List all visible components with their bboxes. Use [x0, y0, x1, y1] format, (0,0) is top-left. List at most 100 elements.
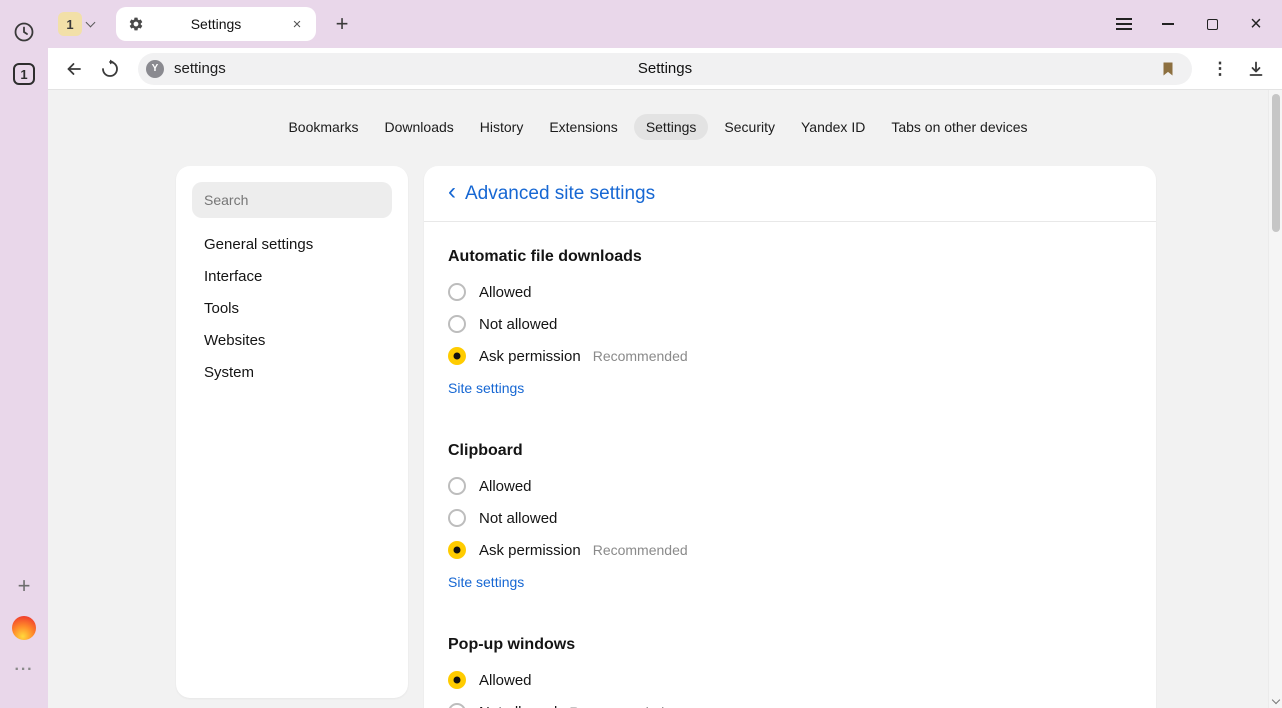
panel-header: ‹ Advanced site settings [424, 166, 1156, 222]
yandex-browser-logo-icon [12, 616, 36, 640]
close-icon: × [1250, 14, 1262, 34]
nav-tabs-other-devices[interactable]: Tabs on other devices [881, 114, 1037, 140]
section-heading-clipboard: Clipboard [448, 442, 1132, 460]
radio-label: Allowed [479, 284, 532, 301]
recommended-note: Recommended [593, 542, 688, 558]
tab-group-chip[interactable]: 1 [58, 12, 94, 36]
radio-selected-icon[interactable] [448, 671, 466, 689]
recommended-note: Recommended [593, 348, 688, 364]
advanced-site-settings-back-link[interactable]: ‹ Advanced site settings [448, 183, 655, 205]
plus-icon: + [336, 11, 349, 36]
sidebar-item-tools[interactable]: Tools [176, 292, 408, 324]
close-button[interactable]: × [1234, 0, 1278, 48]
radio-unselected-icon[interactable] [448, 477, 466, 495]
ellipsis-icon: ··· [15, 661, 34, 679]
page-title-center: Settings [638, 60, 692, 77]
tab-close-button[interactable]: × [288, 16, 306, 33]
settings-panel: ‹ Advanced site settings Automatic file … [424, 166, 1156, 708]
nav-security[interactable]: Security [714, 114, 785, 140]
radio-label: Allowed [479, 672, 532, 689]
radio-label: Ask permission [479, 542, 581, 559]
radio-option-clipboard-allowed[interactable]: Allowed [448, 470, 1132, 502]
radio-unselected-icon[interactable] [448, 283, 466, 301]
nav-downloads[interactable]: Downloads [375, 114, 464, 140]
clock-icon [12, 20, 36, 44]
rail-more-button[interactable]: ··· [8, 654, 40, 686]
scrollbar-thumb[interactable] [1272, 94, 1280, 232]
sidebar-item-system[interactable]: System [176, 356, 408, 388]
radio-unselected-icon[interactable] [448, 509, 466, 527]
address-bar: Y settings Settings ⋮ [48, 48, 1282, 90]
tab-settings[interactable]: Settings × [116, 7, 316, 41]
radio-label: Not allowed [479, 510, 557, 527]
sidebar-item-general-settings[interactable]: General settings [176, 228, 408, 260]
radio-option-downloads-ask-permission[interactable]: Ask permission Recommended [448, 340, 1132, 372]
radio-option-downloads-not-allowed[interactable]: Not allowed [448, 308, 1132, 340]
page-title: Advanced site settings [465, 183, 655, 205]
nav-history[interactable]: History [470, 114, 534, 140]
reload-icon [100, 59, 120, 79]
scroll-down-arrow-icon[interactable] [1271, 696, 1279, 704]
minimize-icon [1162, 23, 1174, 25]
radio-label: Not allowed [479, 316, 557, 333]
chevron-down-icon [86, 17, 96, 27]
site-favicon-icon: Y [146, 60, 164, 78]
chevron-left-icon: ‹ [448, 180, 456, 204]
left-rail: 1 + ··· [0, 0, 48, 708]
search-input[interactable] [192, 182, 392, 218]
nav-yandex-id[interactable]: Yandex ID [791, 114, 875, 140]
radio-label: Allowed [479, 478, 532, 495]
download-icon [1247, 60, 1265, 78]
nav-settings[interactable]: Settings [634, 114, 709, 140]
section-heading-downloads: Automatic file downloads [448, 248, 1132, 266]
radio-option-popups-allowed[interactable]: Allowed [448, 664, 1132, 696]
bookmark-button[interactable] [1154, 55, 1182, 83]
address-field[interactable]: Y settings Settings [138, 53, 1192, 85]
radio-label: Not allowed [479, 704, 557, 708]
section-heading-popups: Pop-up windows [448, 636, 1132, 654]
settings-sidebar: General settings Interface Tools Website… [176, 166, 408, 698]
radio-option-downloads-allowed[interactable]: Allowed [448, 276, 1132, 308]
scrollbar[interactable] [1268, 90, 1282, 708]
back-button[interactable] [56, 51, 92, 87]
radio-label: Ask permission [479, 348, 581, 365]
tab-group-count: 1 [58, 12, 82, 36]
nav-bookmarks[interactable]: Bookmarks [278, 114, 368, 140]
history-button[interactable] [8, 16, 40, 48]
window-controls: × [1102, 0, 1278, 48]
site-settings-link-clipboard[interactable]: Site settings [448, 574, 524, 590]
maximize-icon [1207, 19, 1218, 30]
sidebar-item-interface[interactable]: Interface [176, 260, 408, 292]
hamburger-icon [1116, 18, 1132, 30]
downloads-button[interactable] [1238, 51, 1274, 87]
url-text: settings [174, 60, 226, 77]
gear-icon [128, 16, 144, 32]
kebab-icon: ⋮ [1212, 59, 1229, 79]
radio-selected-icon[interactable] [448, 541, 466, 559]
new-tab-button[interactable]: + [328, 11, 356, 37]
minimize-button[interactable] [1146, 0, 1190, 48]
radio-option-clipboard-ask-permission[interactable]: Ask permission Recommended [448, 534, 1132, 566]
sidebar-list: General settings Interface Tools Website… [176, 228, 408, 388]
maximize-button[interactable] [1190, 0, 1234, 48]
site-settings-link-downloads[interactable]: Site settings [448, 380, 524, 396]
yandex-browser-button[interactable] [8, 612, 40, 644]
sidebar-item-websites[interactable]: Websites [176, 324, 408, 356]
tab-count-badge: 1 [13, 63, 35, 85]
back-arrow-icon [64, 59, 84, 79]
settings-page: Bookmarks Downloads History Extensions S… [48, 90, 1282, 708]
more-actions-button[interactable]: ⋮ [1202, 51, 1238, 87]
radio-unselected-icon[interactable] [448, 703, 466, 708]
menu-button[interactable] [1102, 0, 1146, 48]
radio-option-clipboard-not-allowed[interactable]: Not allowed [448, 502, 1132, 534]
nav-extensions[interactable]: Extensions [539, 114, 627, 140]
close-icon: × [293, 16, 302, 33]
tab-bar: 1 Settings × + × [48, 0, 1282, 48]
tabs-panel-button[interactable]: 1 [8, 58, 40, 90]
tab-title: Settings [144, 16, 288, 32]
reload-button[interactable] [92, 51, 128, 87]
radio-selected-icon[interactable] [448, 347, 466, 365]
rail-new-tab-button[interactable]: + [8, 570, 40, 602]
radio-option-popups-not-allowed[interactable]: Not allowed Recommended [448, 696, 1132, 708]
radio-unselected-icon[interactable] [448, 315, 466, 333]
